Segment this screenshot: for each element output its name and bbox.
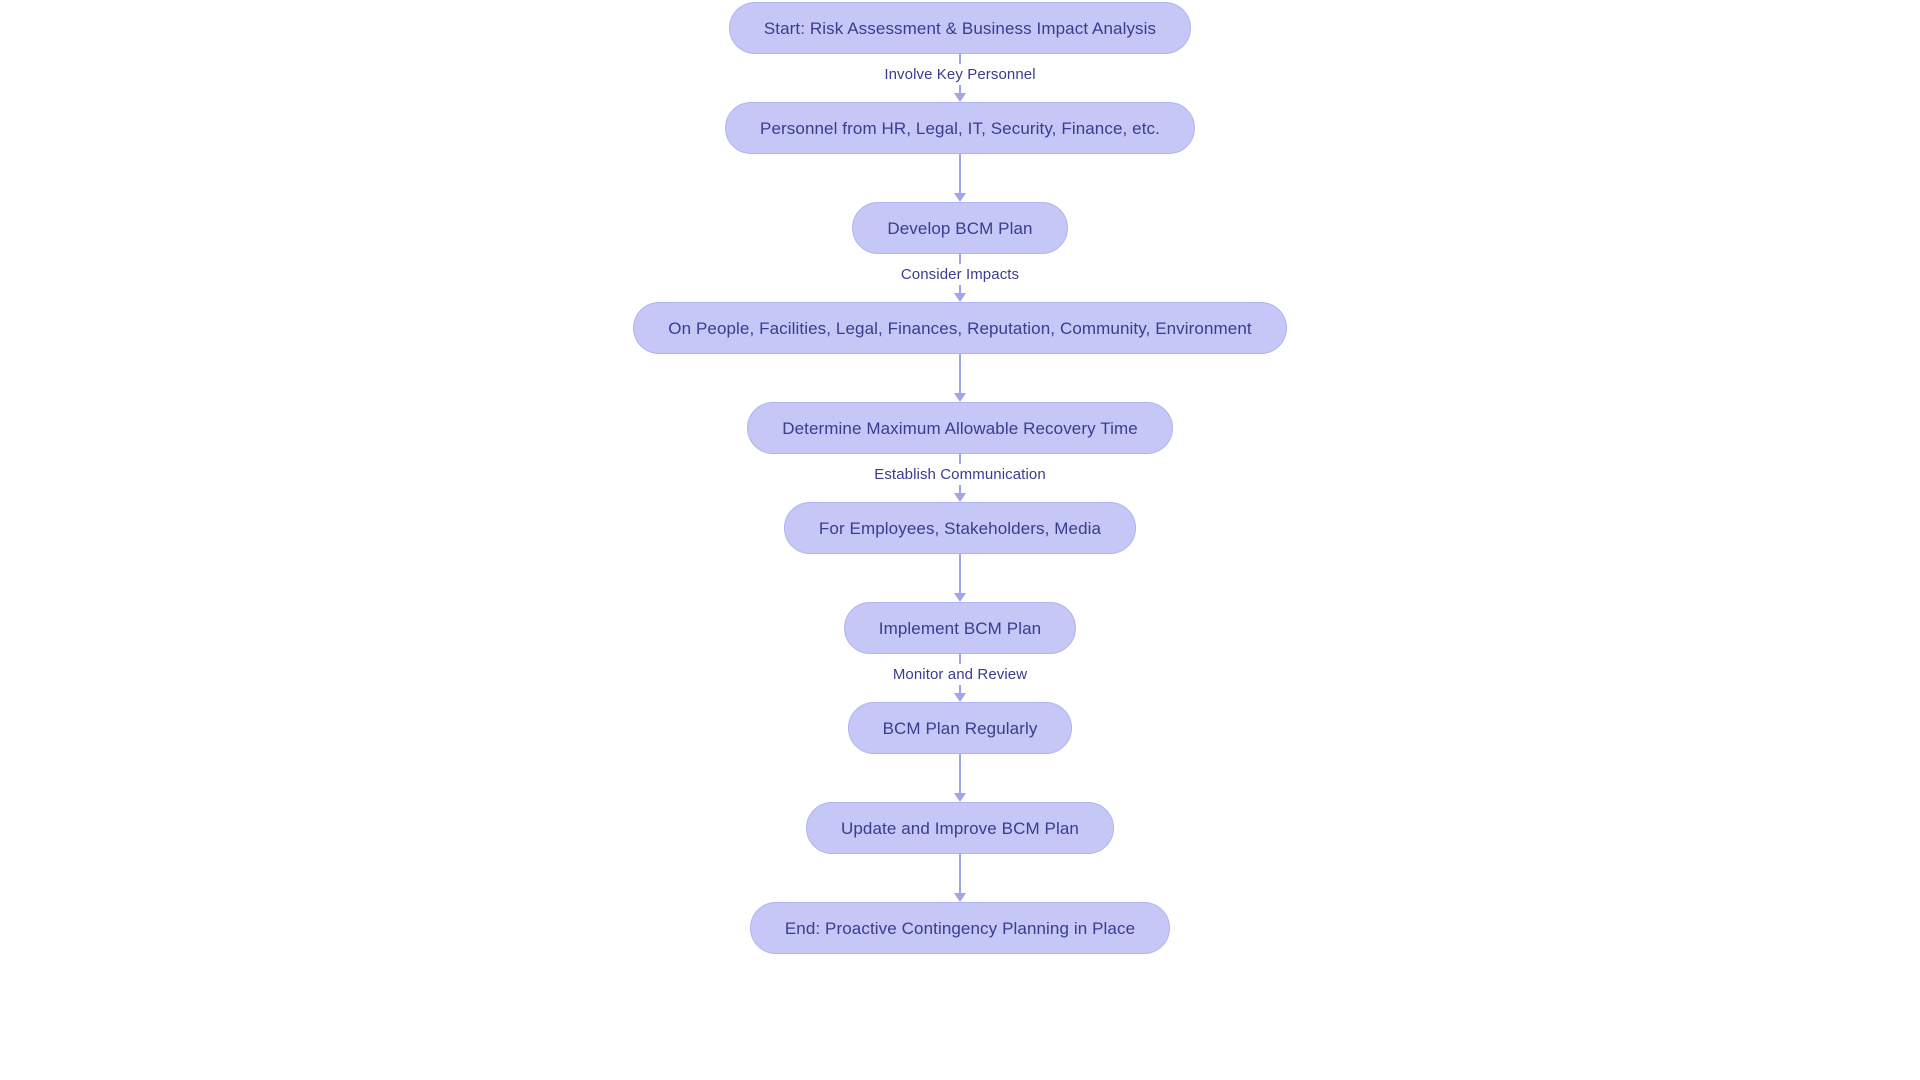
- flowchart-edge-update-to-end: [800, 854, 1120, 902]
- edge-line: [959, 854, 961, 894]
- flowchart-node-label: Determine Maximum Allowable Recovery Tim…: [782, 418, 1138, 438]
- flowchart-node-label: On People, Facilities, Legal, Finances, …: [668, 318, 1252, 338]
- flowchart-node-label: Develop BCM Plan: [887, 218, 1033, 238]
- edge-label: Establish Communication: [868, 463, 1052, 485]
- flowchart-node-communication-audiences[interactable]: For Employees, Stakeholders, Media: [783, 502, 1137, 554]
- arrowhead-icon: [954, 393, 966, 402]
- arrowhead-icon: [954, 793, 966, 802]
- flowchart-node-label: Update and Improve BCM Plan: [841, 818, 1079, 838]
- flowchart-node-label: Personnel from HR, Legal, IT, Security, …: [760, 118, 1160, 138]
- flowchart-node-personnel-departments[interactable]: Personnel from HR, Legal, IT, Security, …: [725, 102, 1195, 154]
- flowchart-diagram: Start: Risk Assessment & Business Impact…: [0, 0, 1920, 1080]
- edge-line: [959, 254, 961, 264]
- edge-line: [959, 554, 961, 594]
- flowchart-node-label: Implement BCM Plan: [878, 618, 1042, 638]
- edge-label: Consider Impacts: [894, 263, 1026, 285]
- edge-line: [959, 754, 961, 794]
- flowchart-edge-communication-to-implement: [800, 554, 1120, 602]
- edge-label: Involve Key Personnel: [878, 63, 1042, 85]
- flowchart-edge-consider-impacts: Consider Impacts: [800, 254, 1120, 302]
- arrowhead-icon: [954, 293, 966, 302]
- flowchart-node-impact-areas[interactable]: On People, Facilities, Legal, Finances, …: [633, 302, 1287, 354]
- flowchart-node-label: BCM Plan Regularly: [882, 718, 1038, 738]
- edge-label: Monitor and Review: [886, 663, 1034, 685]
- flowchart-node-implement-bcm-plan[interactable]: Implement BCM Plan: [843, 602, 1077, 654]
- flowchart-node-label: For Employees, Stakeholders, Media: [818, 518, 1102, 538]
- arrowhead-icon: [954, 893, 966, 902]
- edge-line: [959, 654, 961, 664]
- arrowhead-icon: [954, 193, 966, 202]
- flowchart-node-bcm-plan-regularly[interactable]: BCM Plan Regularly: [847, 702, 1073, 754]
- flowchart-edge-monitor-and-review: Monitor and Review: [800, 654, 1120, 702]
- flowchart-node-determine-recovery-time[interactable]: Determine Maximum Allowable Recovery Tim…: [747, 402, 1173, 454]
- flowchart-edge-regularly-to-update: [800, 754, 1120, 802]
- edge-line: [959, 54, 961, 64]
- flowchart-node-start-risk-assessment[interactable]: Start: Risk Assessment & Business Impact…: [728, 2, 1192, 54]
- flowchart-edge-impacts-to-recovery-time: [800, 354, 1120, 402]
- flowchart-edge-personnel-to-develop-plan: [800, 154, 1120, 202]
- flowchart-node-update-improve-bcm-plan[interactable]: Update and Improve BCM Plan: [806, 802, 1114, 854]
- arrowhead-icon: [954, 93, 966, 102]
- flowchart-node-develop-bcm-plan[interactable]: Develop BCM Plan: [852, 202, 1068, 254]
- flowchart-node-label: End: Proactive Contingency Planning in P…: [784, 918, 1136, 938]
- edge-line: [959, 354, 961, 394]
- flowchart-node-label: Start: Risk Assessment & Business Impact…: [763, 18, 1157, 38]
- arrowhead-icon: [954, 693, 966, 702]
- flowchart-edge-establish-communication: Establish Communication: [800, 454, 1120, 502]
- flowchart-edge-involve-key-personnel: Involve Key Personnel: [800, 54, 1120, 102]
- edge-line: [959, 154, 961, 194]
- flowchart-node-end-contingency-planning[interactable]: End: Proactive Contingency Planning in P…: [749, 902, 1171, 954]
- arrowhead-icon: [954, 493, 966, 502]
- arrowhead-icon: [954, 593, 966, 602]
- edge-line: [959, 454, 961, 464]
